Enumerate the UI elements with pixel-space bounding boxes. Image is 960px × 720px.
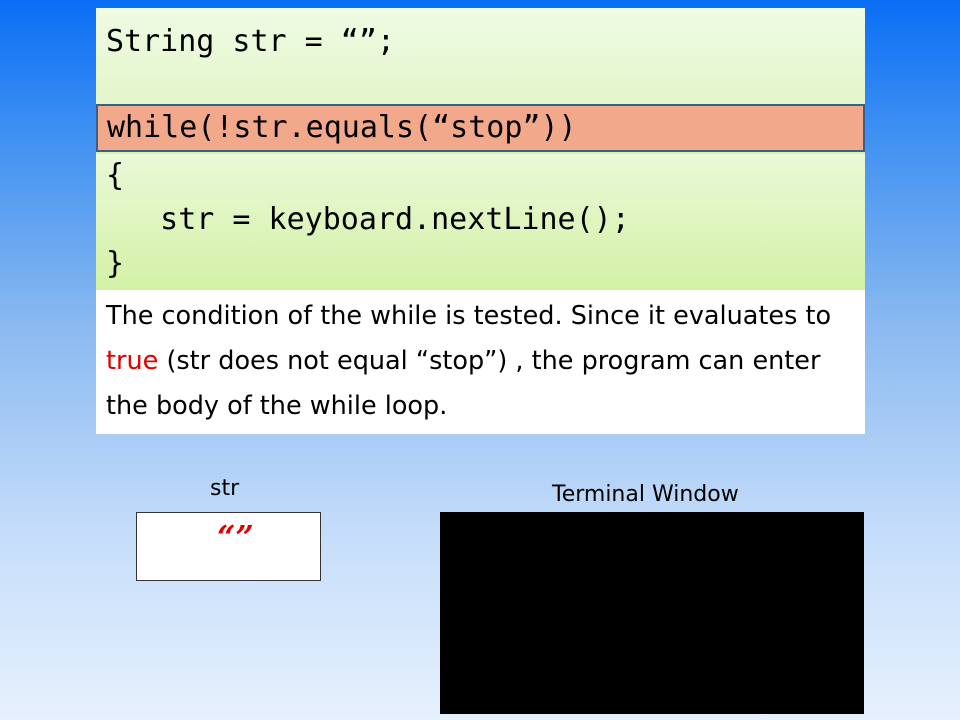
code-condition-line: while(!str.equals(“stop”))	[107, 110, 577, 145]
explanation-text: The condition of the while is tested. Si…	[106, 294, 858, 429]
variable-value: “”	[217, 518, 254, 556]
code-loop-body-area: { str = keyboard.nextLine(); }	[96, 154, 865, 290]
explanation-part2: (str does not equal “stop”) , the progra…	[106, 346, 821, 421]
code-declaration-area: String str = “”;	[96, 8, 865, 104]
explanation-box: The condition of the while is tested. Si…	[96, 290, 865, 434]
highlighted-condition-line: while(!str.equals(“stop”))	[96, 104, 865, 152]
terminal-window	[440, 512, 864, 714]
code-body-line: str = keyboard.nextLine();	[106, 202, 630, 237]
variable-name-label: str	[210, 476, 240, 501]
code-close-brace: }	[106, 246, 125, 281]
terminal-window-title: Terminal Window	[552, 482, 739, 507]
explanation-true-highlight: true	[106, 346, 159, 376]
code-declaration-line: String str = “”;	[106, 24, 395, 59]
variable-value-box: “”	[136, 512, 321, 581]
explanation-part1: The condition of the while is tested. Si…	[106, 301, 832, 331]
code-open-brace: {	[106, 158, 125, 193]
